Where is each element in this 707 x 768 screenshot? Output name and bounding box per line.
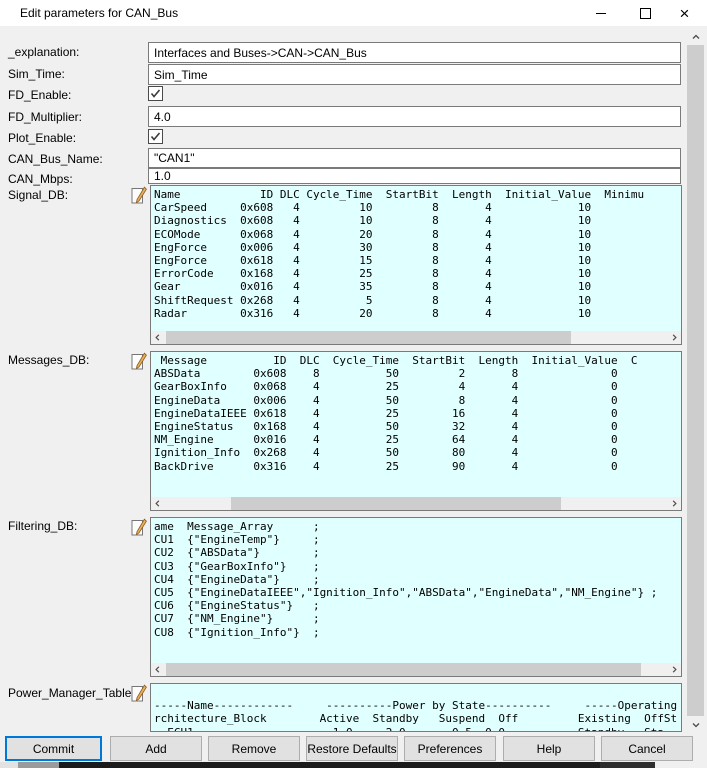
messages-db-content: Message ID DLC Cycle_Time StartBit Lengt… <box>154 354 680 497</box>
scroll-thumb[interactable] <box>166 663 641 676</box>
scroll-down-icon[interactable] <box>687 716 704 733</box>
filtering-db-textarea[interactable]: ame Message_Array ; CU1 {"EngineTemp"} ;… <box>150 517 682 677</box>
dialog-vscrollbar[interactable] <box>687 28 704 733</box>
sim-time-input[interactable]: Sim_Time <box>148 64 681 85</box>
plot-enable-label: Plot_Enable: <box>8 131 76 145</box>
checkmark-icon <box>149 87 162 100</box>
edit-pencil-icon[interactable] <box>131 518 148 537</box>
scroll-left-icon[interactable] <box>151 331 164 344</box>
plot-enable-checkbox[interactable] <box>148 129 163 144</box>
edit-pencil-icon[interactable] <box>131 186 148 205</box>
explanation-label: _explanation: <box>8 45 79 59</box>
fd-multiplier-label: FD_Multiplier: <box>8 110 82 124</box>
can-mbps-label: CAN_Mbps: <box>8 172 73 186</box>
edit-pencil-icon[interactable] <box>131 684 148 703</box>
remove-button[interactable]: Remove <box>208 736 300 761</box>
minimize-icon <box>596 13 606 14</box>
messages-db-label: Messages_DB: <box>8 353 89 367</box>
preferences-button[interactable]: Preferences <box>404 736 496 761</box>
fd-enable-checkbox[interactable] <box>148 86 163 101</box>
can-bus-name-label: CAN_Bus_Name: <box>8 152 103 166</box>
signal-db-label: Signal_DB: <box>8 188 68 202</box>
scroll-up-icon[interactable] <box>687 28 704 45</box>
messages-db-textarea[interactable]: Message ID DLC Cycle_Time StartBit Lengt… <box>150 351 682 511</box>
scroll-thumb[interactable] <box>166 331 571 344</box>
edit-pencil-icon[interactable] <box>131 352 148 371</box>
scroll-thumb[interactable] <box>231 497 561 510</box>
fd-enable-label: FD_Enable: <box>8 88 71 102</box>
add-button[interactable]: Add <box>110 736 202 761</box>
scroll-left-icon[interactable] <box>151 497 164 510</box>
sim-time-label: Sim_Time: <box>8 67 65 81</box>
can-mbps-input[interactable]: 1.0 <box>148 168 681 184</box>
power-manager-table-textarea[interactable]: -----Name------------ ----------Power by… <box>150 683 682 732</box>
filtering-db-hscrollbar[interactable] <box>151 663 681 676</box>
messages-db-hscrollbar[interactable] <box>151 497 681 510</box>
background-window-strip <box>600 762 655 768</box>
dialog-title: Edit parameters for CAN_Bus <box>20 6 178 20</box>
scroll-right-icon[interactable] <box>668 663 681 676</box>
background-window-strip <box>18 762 59 768</box>
signal-db-textarea[interactable]: Name ID DLC Cycle_Time StartBit Length I… <box>150 185 682 345</box>
maximize-icon <box>640 8 651 19</box>
signal-db-hscrollbar[interactable] <box>151 331 681 344</box>
power-manager-table-label: Power_Manager_Table: <box>8 686 135 700</box>
restore-defaults-button[interactable]: Restore Defaults <box>306 736 398 761</box>
close-button[interactable]: × <box>662 0 707 26</box>
scroll-right-icon[interactable] <box>668 497 681 510</box>
checkmark-icon <box>149 130 162 143</box>
cancel-button[interactable]: Cancel <box>601 736 693 761</box>
fd-multiplier-input[interactable]: 4.0 <box>148 106 681 127</box>
filtering-db-label: Filtering_DB: <box>8 519 77 533</box>
background-window-strip <box>0 762 18 768</box>
scroll-left-icon[interactable] <box>151 663 164 676</box>
scroll-right-icon[interactable] <box>668 331 681 344</box>
scroll-thumb[interactable] <box>687 45 704 716</box>
minimize-button[interactable] <box>578 0 623 26</box>
can-bus-name-input[interactable]: "CAN1" <box>148 148 681 168</box>
explanation-input[interactable]: Interfaces and Buses->CAN->CAN_Bus <box>148 42 681 63</box>
power-manager-table-content: -----Name------------ ----------Power by… <box>154 686 680 731</box>
signal-db-content: Name ID DLC Cycle_Time StartBit Length I… <box>154 188 680 331</box>
filtering-db-content: ame Message_Array ; CU1 {"EngineTemp"} ;… <box>154 520 680 663</box>
title-bar: Edit parameters for CAN_Bus × <box>0 0 707 26</box>
commit-button[interactable]: Commit <box>5 736 102 761</box>
background-window-strip <box>59 762 600 768</box>
edit-parameters-dialog: Edit parameters for CAN_Bus × _explanati… <box>0 0 707 768</box>
close-icon: × <box>680 5 690 22</box>
help-button[interactable]: Help <box>503 736 595 761</box>
